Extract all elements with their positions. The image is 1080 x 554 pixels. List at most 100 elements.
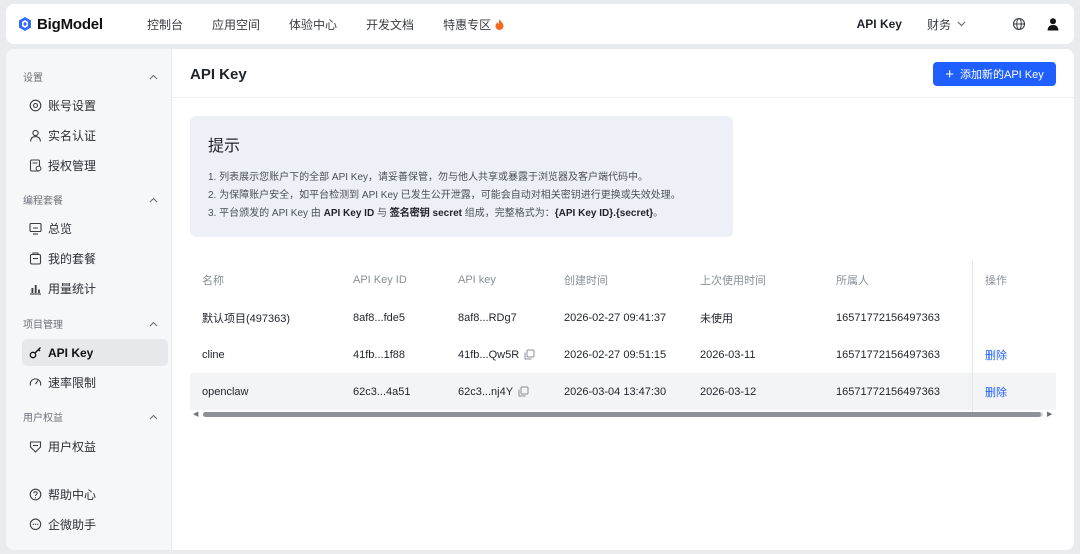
copy-icon[interactable] (524, 349, 535, 360)
page-title: API Key (190, 66, 247, 83)
sidebar-section-coding-plan[interactable]: 编程套餐 (23, 192, 158, 207)
sidebar-item-user-benefits[interactable]: 用户权益 (22, 433, 168, 460)
nav-console[interactable]: 控制台 (147, 16, 183, 33)
user-avatar-icon[interactable] (1046, 17, 1060, 31)
tip-line-1: 1. 列表展示您账户下的全部 API Key，请妥善保管，勿与他人共享或暴露于浏… (208, 172, 649, 183)
speed-icon (28, 376, 42, 390)
cell-last-used: 2026-03-12 (700, 385, 757, 398)
chat-icon (28, 518, 42, 532)
help-icon (28, 488, 42, 502)
plus-icon: + (945, 65, 954, 83)
cell-owner: 16571772156497363 (836, 348, 941, 361)
nav-special-offers-label: 特惠专区 (443, 17, 492, 32)
settings-icon (28, 99, 42, 113)
copy-icon[interactable] (518, 386, 529, 397)
nav-app-space[interactable]: 应用空间 (212, 16, 260, 33)
chevron-up-icon (149, 414, 158, 419)
nav-experience-center[interactable]: 体验中心 (289, 16, 337, 33)
cell-key-id: 8af8...fde5 (353, 311, 405, 324)
sidebar-item-label: 账号设置 (48, 99, 97, 113)
nav-console-label: 控制台 (147, 17, 184, 32)
horizontal-scrollbar[interactable]: ◀ ▶ (190, 409, 1056, 419)
sidebar-item-my-plan[interactable]: 我的套餐 (22, 245, 168, 272)
cell-created: 2026-02-27 09:51:15 (564, 348, 667, 361)
sidebar-item-label: 企微助手 (48, 518, 97, 532)
sidebar-item-label: 实名认证 (48, 129, 97, 143)
table-row: 默认项目(497363) 8af8...fde5 8af8...RDg7 202… (190, 299, 1056, 336)
globe-icon[interactable] (1012, 17, 1026, 31)
sidebar-item-verification[interactable]: 实名认证 (22, 122, 168, 149)
sidebar-section-project-management[interactable]: 项目管理 (23, 316, 158, 331)
section-title: 用户权益 (23, 413, 63, 424)
chevron-up-icon (149, 321, 158, 326)
table-row: openclaw 62c3...4a51 62c3...nj4Y 2026-03… (190, 373, 1056, 410)
cell-owner: 16571772156497363 (836, 385, 941, 398)
section-title: 编程套餐 (23, 196, 63, 207)
sidebar-item-label: 我的套餐 (48, 252, 97, 266)
section-title: 设置 (23, 73, 43, 84)
tip-text: 与 (374, 208, 390, 219)
column-header-last-used: 上次使用时间 (700, 275, 766, 287)
tip-text: 3. 平台颁发的 API Key 由 (208, 208, 324, 219)
cell-last-used: 2026-03-11 (700, 348, 756, 361)
logo-icon (19, 17, 31, 31)
brand-name: BigModel (37, 15, 103, 33)
main-content: API Key + 添加新的API Key 提示 1. 列表展示您账户下的全部 … (172, 49, 1074, 550)
monitor-icon (28, 222, 42, 236)
column-header-name: 名称 (202, 275, 224, 287)
tip-text: 。 (653, 208, 664, 219)
sidebar-section-user-benefits[interactable]: 用户权益 (23, 409, 158, 424)
finance-dropdown[interactable]: 财务 (927, 16, 966, 33)
key-value: 8af8...RDg7 (458, 311, 517, 324)
benefits-icon (28, 440, 42, 454)
tip-bold: API Key ID (323, 208, 375, 219)
top-apikey-link[interactable]: API Key (857, 17, 902, 31)
sidebar-item-label: 速率限制 (48, 376, 97, 390)
cell-key-id: 62c3...4a51 (353, 385, 411, 398)
sidebar-item-label: API Key (48, 345, 94, 360)
delete-button[interactable]: 删除 (985, 347, 1007, 363)
chevron-down-icon (957, 21, 966, 27)
sidebar-item-rate-limit[interactable]: 速率限制 (22, 369, 168, 396)
column-header-key: API key (458, 274, 496, 286)
nav-dev-docs-label: 开发文档 (366, 17, 415, 32)
sidebar-section-settings[interactable]: 设置 (23, 69, 158, 84)
sidebar-item-account-settings[interactable]: 账号设置 (22, 92, 168, 119)
cell-key: 41fb...Qw5R (458, 349, 535, 361)
cell-owner: 16571772156497363 (836, 311, 941, 324)
cell-name: 默认项目(497363) (202, 312, 291, 325)
package-icon (28, 252, 42, 266)
main-nav: 控制台 应用空间 体验中心 开发文档 特惠专区 (147, 16, 533, 33)
section-title: 项目管理 (23, 320, 63, 331)
nav-dev-docs[interactable]: 开发文档 (366, 16, 414, 33)
user-icon (28, 129, 42, 143)
sidebar-item-help-center[interactable]: 帮助中心 (22, 481, 168, 508)
top-navbar: BigModel 控制台 应用空间 体验中心 开发文档 特惠专区 API Key… (6, 4, 1074, 44)
scrollbar-thumb[interactable] (203, 411, 1041, 417)
column-header-created: 创建时间 (564, 275, 608, 287)
delete-button[interactable]: 删除 (985, 384, 1007, 400)
sidebar-item-usage-stats[interactable]: 用量统计 (22, 275, 168, 302)
nav-special-offers[interactable]: 特惠专区 (443, 16, 504, 33)
api-key-table: 名称 API Key ID API key 创建时间 上次使用时间 所属人 操作… (190, 261, 1056, 416)
sidebar: 设置 账号设置 实名认证 授权管理 编程套餐 总览 我的套餐 用量统计 项目管理… (6, 49, 171, 550)
cell-key-id: 41fb...1f88 (353, 348, 405, 361)
sidebar-item-wecom-assistant[interactable]: 企微助手 (22, 511, 168, 538)
sidebar-item-authorization[interactable]: 授权管理 (22, 152, 168, 179)
scroll-left-icon[interactable]: ◀ (193, 410, 198, 418)
brand-logo[interactable]: BigModel (17, 16, 117, 33)
scroll-right-icon[interactable]: ▶ (1047, 410, 1052, 418)
key-value: 62c3...nj4Y (458, 385, 514, 398)
column-header-actions: 操作 (985, 275, 1007, 287)
tip-bold: {API Key ID}.{secret} (554, 208, 654, 219)
cell-name: cline (202, 348, 225, 361)
sidebar-item-label: 用量统计 (48, 282, 97, 296)
sidebar-item-api-key[interactable]: API Key (22, 339, 168, 366)
cell-name: openclaw (202, 385, 249, 398)
sidebar-item-overview[interactable]: 总览 (22, 215, 168, 242)
add-api-key-button[interactable]: + 添加新的API Key (933, 62, 1056, 86)
column-header-owner: 所属人 (836, 275, 869, 287)
cell-created: 2026-03-04 13:47:30 (564, 385, 667, 398)
finance-label: 财务 (926, 17, 951, 32)
sidebar-item-label: 用户权益 (48, 440, 97, 454)
